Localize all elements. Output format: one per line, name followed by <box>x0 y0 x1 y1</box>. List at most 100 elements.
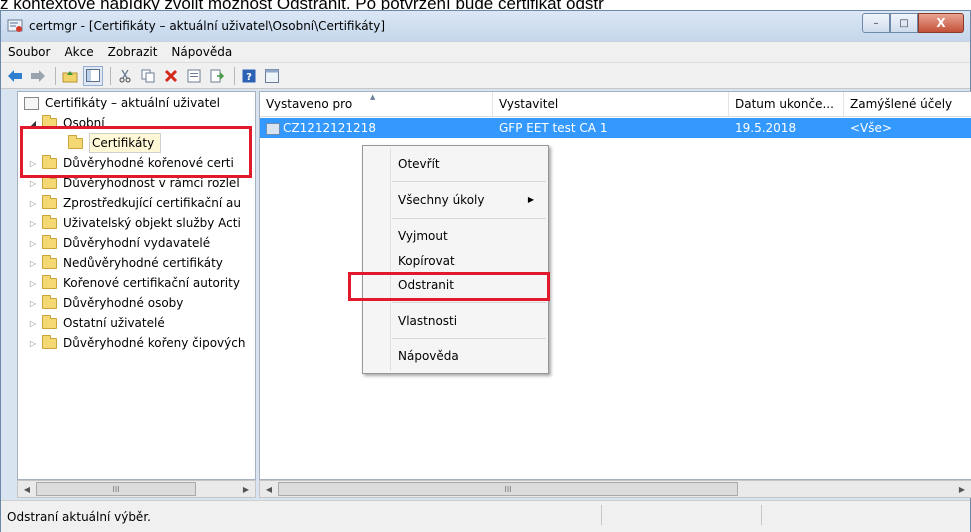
scroll-right-icon[interactable]: ▶ <box>955 483 969 495</box>
folder-icon <box>42 334 57 349</box>
up-folder-icon[interactable] <box>60 66 80 86</box>
menu-napoveda[interactable]: Nápověda <box>164 42 239 62</box>
column-label: Vystaveno pro <box>266 97 353 111</box>
menu-item-vlastnosti[interactable]: Vlastnosti <box>398 314 457 328</box>
title-bar: certmgr - [Certifikáty – aktuální uživat… <box>1 11 970 41</box>
collapse-triangle-icon[interactable]: ▷ <box>28 218 38 228</box>
menu-separator <box>392 218 546 219</box>
tree-root[interactable]: Certifikáty – aktuální uživatel <box>24 94 220 112</box>
forward-arrow-icon[interactable] <box>28 66 48 86</box>
collapse-triangle-icon[interactable]: ▷ <box>28 278 38 288</box>
folder-icon <box>42 174 57 189</box>
folder-icon <box>42 234 57 249</box>
folder-icon <box>42 214 57 229</box>
scroll-left-icon[interactable]: ◀ <box>20 483 34 495</box>
collapse-triangle-icon[interactable]: ▷ <box>28 298 38 308</box>
column-datum-ukonceni[interactable]: Datum ukonče... <box>729 92 844 116</box>
toolbar-separator <box>55 66 56 85</box>
cell-issuer: GFP EET test CA 1 <box>499 121 608 135</box>
menu-item-vyjmout[interactable]: Vyjmout <box>398 229 448 243</box>
certificate-icon <box>266 122 280 135</box>
minimize-button[interactable]: – <box>862 13 890 33</box>
column-label: Vystavitel <box>499 97 559 111</box>
console-icon[interactable] <box>262 66 282 86</box>
tree-horizontal-scrollbar[interactable]: ◀ III ▶ <box>17 480 256 498</box>
sort-ascending-icon: ▲ <box>370 93 376 101</box>
status-divider <box>601 505 602 525</box>
tree-item-label: Ostatní uživatelé <box>63 316 165 330</box>
collapse-triangle-icon[interactable]: ▷ <box>28 178 38 188</box>
collapse-triangle-icon[interactable]: ▷ <box>28 238 38 248</box>
maximize-button[interactable]: □ <box>890 13 918 33</box>
scroll-right-icon[interactable]: ▶ <box>239 483 253 495</box>
collapse-triangle-icon[interactable]: ▷ <box>28 338 38 348</box>
status-text: Odstraní aktuální výběr. <box>7 510 151 524</box>
scroll-thumb[interactable]: III <box>278 482 738 496</box>
tree-item[interactable]: ▷ Důvěryhodné osoby <box>28 294 183 312</box>
column-zamyslene-ucely[interactable]: Zamýšlené účely <box>844 92 971 116</box>
toolbar-separator <box>234 66 235 85</box>
menu-akce[interactable]: Akce <box>57 42 100 62</box>
tree-item[interactable]: ▷ Nedůvěryhodné certifikáty <box>28 254 223 272</box>
copy-icon[interactable] <box>138 66 158 86</box>
folder-icon <box>42 314 57 329</box>
collapse-triangle-icon[interactable]: ▷ <box>28 198 38 208</box>
submenu-arrow-icon: ▶ <box>527 195 534 204</box>
tree-item-label: Důvěryhodní vydavatelé <box>63 236 211 250</box>
tree-item[interactable]: ▷ Ostatní uživatelé <box>28 314 165 332</box>
scroll-thumb[interactable]: III <box>36 482 196 496</box>
tree-item[interactable]: ▷ Kořenové certifikační autority <box>28 274 240 292</box>
menu-item-otevrit[interactable]: Otevřít <box>398 157 440 171</box>
close-button[interactable]: X <box>918 13 964 33</box>
menu-item-kopirovat[interactable]: Kopírovat <box>398 254 455 268</box>
tree-item-label: Kořenové certifikační autority <box>63 276 240 290</box>
collapse-triangle-icon[interactable]: ▷ <box>28 318 38 328</box>
context-menu: Otevřít Všechny úkoly ▶ Vyjmout Kopírova… <box>362 145 549 374</box>
window-title: certmgr - [Certifikáty – aktuální uživat… <box>29 19 386 33</box>
cut-icon[interactable] <box>115 66 135 86</box>
column-header: Vystaveno pro ▲ Vystavitel Datum ukonče.… <box>260 92 971 117</box>
tree-item[interactable]: ▷ Důvěryhodné kořeny čipových <box>28 334 245 352</box>
column-vystavitel[interactable]: Vystavitel <box>493 92 729 116</box>
folder-icon <box>42 194 57 209</box>
tree-item[interactable]: ▷ Zprostředkující certifikační au <box>28 194 241 212</box>
properties-icon[interactable] <box>184 66 204 86</box>
column-label: Zamýšlené účely <box>850 97 953 111</box>
highlight-odstranit <box>348 272 550 301</box>
tree-item-label: Důvěryhodnost v rámci rozlel <box>63 176 240 190</box>
tree-item-label: Nedůvěryhodné certifikáty <box>63 256 223 270</box>
tree-item-label: Důvěryhodné osoby <box>63 296 184 310</box>
cell-purposes: <Vše> <box>850 121 892 135</box>
folder-icon <box>42 274 57 289</box>
delete-icon[interactable] <box>161 66 181 86</box>
menu-item-vsechny-ukoly[interactable]: Všechny úkoly <box>398 193 484 207</box>
tree-item[interactable]: ▷ Uživatelský objekt služby Acti <box>28 214 241 232</box>
collapse-triangle-icon[interactable]: ▷ <box>28 258 38 268</box>
window-controls: – □ X <box>862 13 964 33</box>
menu-separator <box>392 181 546 182</box>
menu-separator <box>392 302 546 303</box>
certificate-row[interactable]: CZ1212121218 GFP EET test CA 1 19.5.2018… <box>260 118 971 138</box>
column-vystaveno-pro[interactable]: Vystaveno pro ▲ <box>260 92 493 116</box>
show-tree-icon[interactable] <box>83 65 103 86</box>
certmgr-app-icon <box>7 19 23 32</box>
highlight-osobni-certifikaty <box>20 126 252 178</box>
status-divider <box>761 505 762 525</box>
help-icon[interactable]: ? <box>239 66 259 86</box>
certificate-store-icon <box>24 96 39 110</box>
tree-item[interactable]: ▷ Důvěryhodní vydavatelé <box>28 234 210 252</box>
folder-icon <box>42 294 57 309</box>
tree-item-label: Zprostředkující certifikační au <box>63 196 241 210</box>
export-icon[interactable] <box>207 66 227 86</box>
status-bar: Odstraní aktuální výběr. <box>1 500 970 532</box>
back-arrow-icon[interactable] <box>5 66 25 86</box>
menu-separator <box>392 338 546 339</box>
list-horizontal-scrollbar[interactable]: ◀ III ▶ <box>259 480 971 498</box>
cell-issued-to: CZ1212121218 <box>260 121 493 135</box>
menu-zobrazit[interactable]: Zobrazit <box>101 42 165 62</box>
scroll-left-icon[interactable]: ◀ <box>262 483 276 495</box>
menu-bar: Soubor Akce Zobrazit Nápověda <box>1 41 970 62</box>
menu-soubor[interactable]: Soubor <box>1 42 57 62</box>
menu-item-napoveda[interactable]: Nápověda <box>398 349 459 363</box>
tree-item-label: Uživatelský objekt služby Acti <box>63 216 241 230</box>
